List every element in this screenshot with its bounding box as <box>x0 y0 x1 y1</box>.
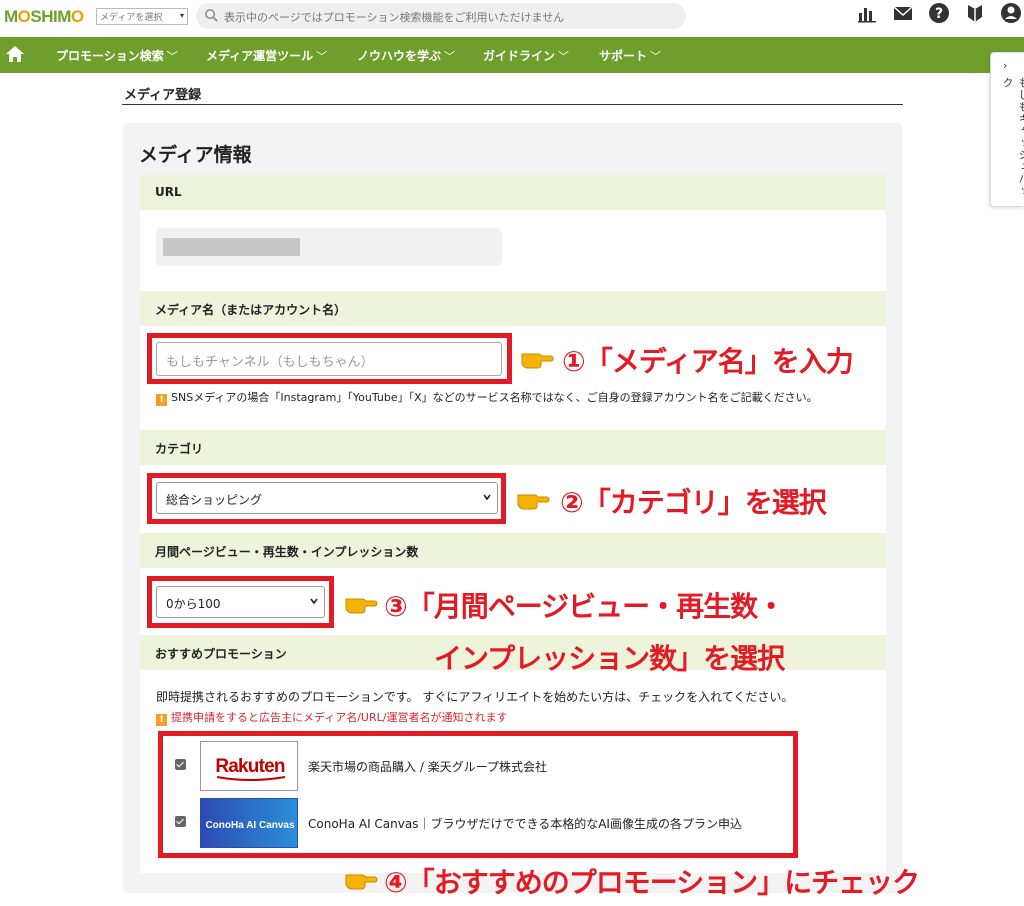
highlight-box-pageviews <box>147 576 334 628</box>
warning-icon: ! <box>156 714 167 726</box>
cashback-tab-label: もしもキャッシュバック <box>1001 77 1024 197</box>
chevron-right-icon: › <box>1003 59 1008 72</box>
promotions-description: 即時提携されるおすすめのプロモーションです。 すぐにアフィリエイトを始めたい方は… <box>156 690 794 704</box>
nav-item-knowhow[interactable]: ノウハウを学ぶ ﹀ <box>357 47 455 64</box>
url-redacted <box>163 238 300 256</box>
nav-item-guideline[interactable]: ガイドライン ﹀ <box>483 47 569 64</box>
section-label: おすすめプロモーション <box>155 647 287 661</box>
nav-item-label: プロモーション検索 <box>56 49 164 63</box>
home-icon[interactable] <box>5 44 25 64</box>
beginner-mark-icon[interactable] <box>964 2 986 24</box>
section-media-name: メディア名（またはアカウント名） <box>140 291 886 326</box>
nav-item-label: ガイドライン <box>483 49 556 63</box>
help-icon[interactable]: ? <box>928 2 950 24</box>
callout-step-1: ①「メディア名」を入力 <box>562 345 854 378</box>
section-label: カテゴリ <box>155 442 204 456</box>
highlight-box-media-name <box>147 333 512 384</box>
search-icon <box>205 9 218 22</box>
pointing-hand-icon <box>517 494 550 510</box>
cashback-side-tab[interactable]: › もしもキャッシュバック <box>990 52 1024 207</box>
media-select[interactable]: メディアを選択 ▾ <box>96 8 188 25</box>
chevron-down-icon: ﹀ <box>166 50 178 63</box>
callout-step-2: ②「カテゴリ」を選択 <box>560 486 827 519</box>
section-pageviews: 月間ページビュー・再生数・インプレッション数 <box>140 533 886 568</box>
promotions-warning: ! 提携申請をすると広告主にメディア名/URL/運営者名が通知されます <box>156 709 507 726</box>
pointing-hand-icon <box>345 598 378 614</box>
user-account-icon[interactable] <box>1000 2 1022 24</box>
nav-item-label: ノウハウを学ぶ <box>357 49 442 63</box>
nav-item-support[interactable]: サポート ﹀ <box>599 47 661 64</box>
main-nav: プロモーション検索 ﹀ メディア運営ツール ﹀ ノウハウを学ぶ ﹀ ガイドライン ﹀ サ… <box>0 37 1024 73</box>
chevron-down-icon: ﹀ <box>558 50 570 63</box>
pointing-hand-icon <box>345 874 378 890</box>
callout-step-4: ④「おすすめのプロモーション」にチェック <box>384 866 920 899</box>
page-title: メディア登録 <box>124 88 202 103</box>
chevron-down-icon: ﹀ <box>444 50 456 63</box>
search-placeholder: 表示中のページではプロモーション検索機能をご利用いただけません <box>224 11 565 24</box>
media-name-note: ! SNSメディアの場合「Instagram」「YouTube」「X」などのサービ… <box>156 389 818 406</box>
card-title: メディア情報 <box>139 144 252 166</box>
section-label: メディア名（またはアカウント名） <box>155 303 347 317</box>
chevron-down-icon: ﹀ <box>316 50 328 63</box>
callout-step-3-line-1: ③「月間ページビュー・再生数・ <box>384 590 785 623</box>
callout-step-3-line-2: インプレッション数」を選択 <box>434 642 785 675</box>
nav-item-label: サポート <box>599 49 648 63</box>
report-chart-icon[interactable] <box>856 2 878 24</box>
chevron-down-icon: ﹀ <box>650 50 662 63</box>
warning-icon: ! <box>156 394 167 406</box>
section-url: URL <box>140 175 886 210</box>
section-label: 月間ページビュー・再生数・インプレッション数 <box>155 545 419 559</box>
search-input[interactable]: 表示中のページではプロモーション検索機能をご利用いただけません <box>196 3 686 29</box>
pointing-hand-icon <box>521 353 554 369</box>
svg-text:?: ? <box>935 6 943 22</box>
highlight-box-promotions <box>158 731 798 858</box>
moshimo-logo[interactable]: MOSHIMO <box>4 7 84 27</box>
title-divider <box>122 104 903 105</box>
section-category: カテゴリ <box>140 430 886 465</box>
top-bar: MOSHIMO メディアを選択 ▾ 表示中のページではプロモーション検索機能をご… <box>0 0 1024 37</box>
mail-icon[interactable] <box>892 2 914 24</box>
nav-item-media-tools[interactable]: メディア運営ツール ﹀ <box>206 47 327 64</box>
chevron-down-icon: ▾ <box>179 11 184 20</box>
nav-item-label: メディア運営ツール <box>206 49 314 63</box>
section-label: URL <box>155 185 182 199</box>
media-select-value: メディアを選択 <box>100 13 163 23</box>
nav-item-promotion-search[interactable]: プロモーション検索 ﹀ <box>56 47 178 64</box>
note-text: SNSメディアの場合「Instagram」「YouTube」「X」などのサービス… <box>171 391 818 404</box>
highlight-box-category <box>147 473 506 524</box>
warning-text: 提携申請をすると広告主にメディア名/URL/運営者名が通知されます <box>171 711 508 724</box>
